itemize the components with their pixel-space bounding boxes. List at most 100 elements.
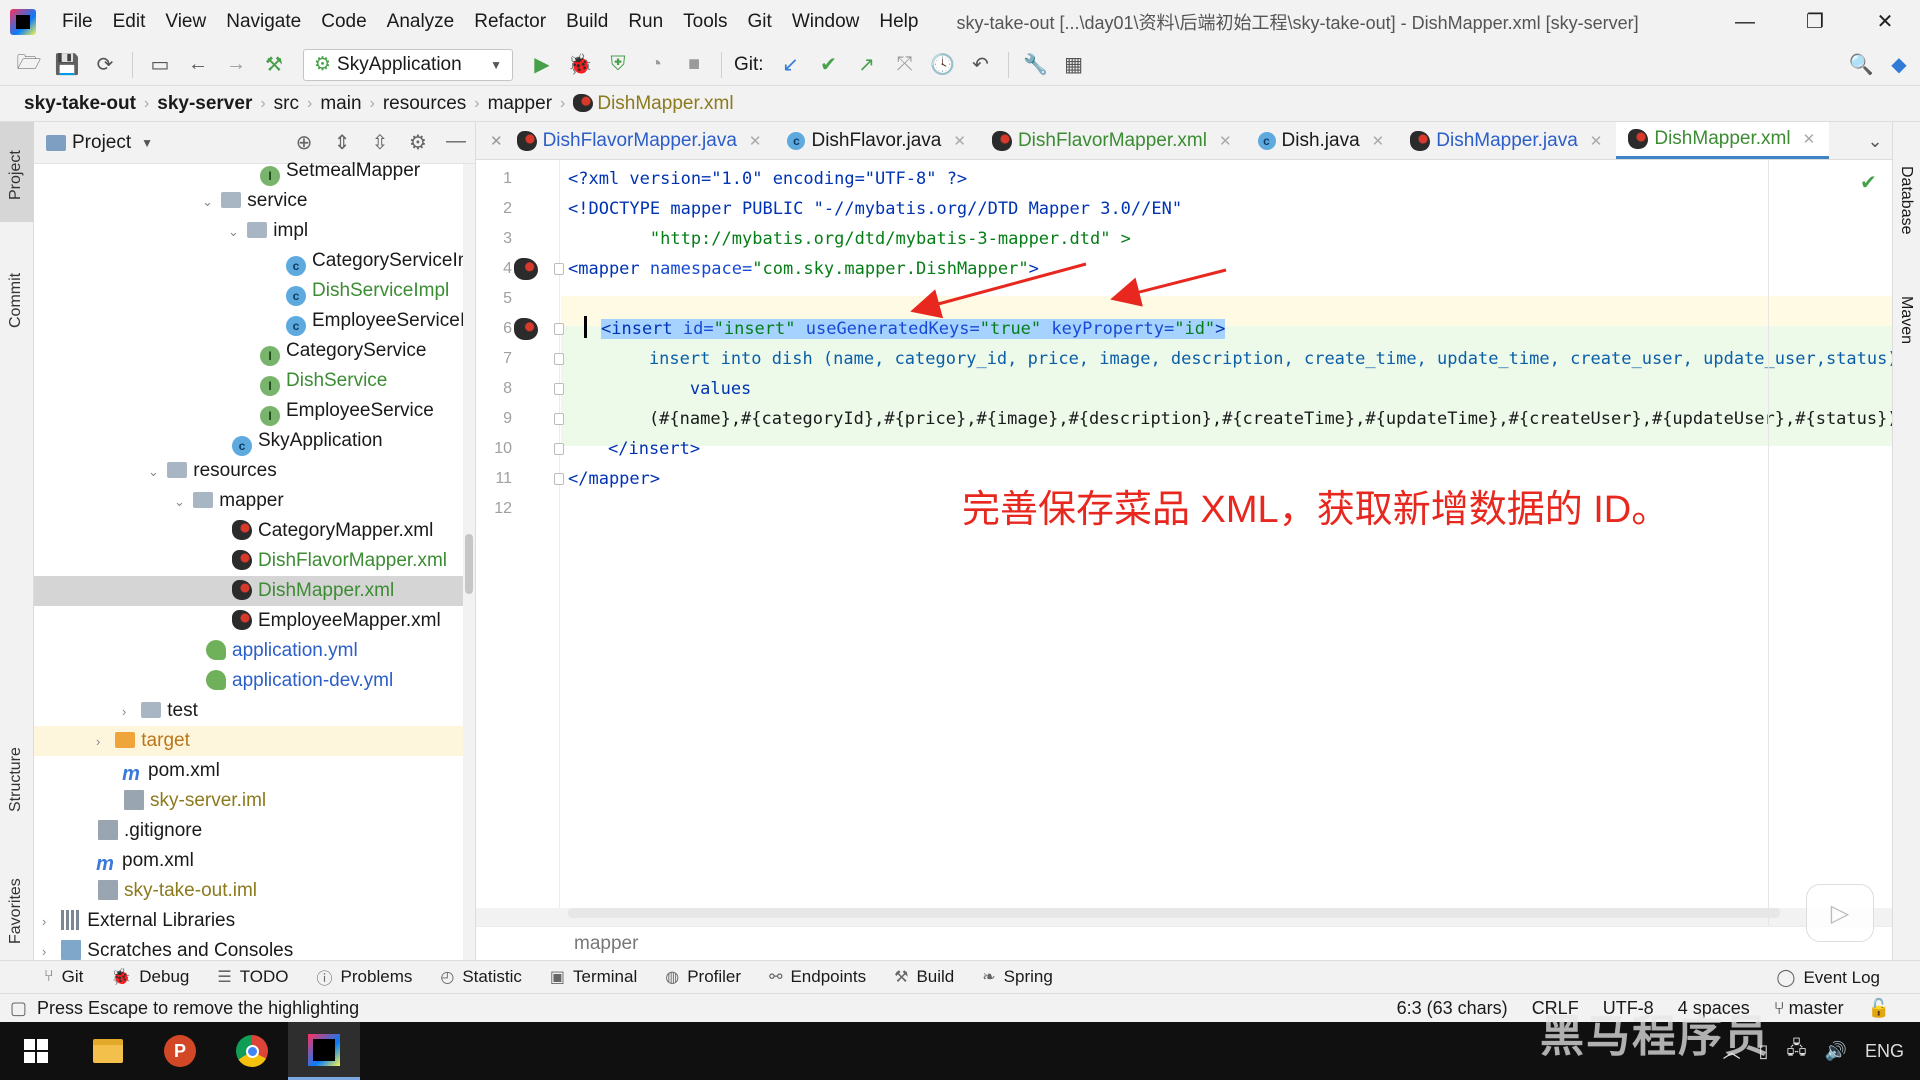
git-push-icon[interactable]: ↗ bbox=[852, 50, 882, 80]
menu-run[interactable]: Run bbox=[618, 0, 673, 44]
tree-item-service[interactable]: ⌄ service bbox=[34, 186, 475, 216]
tree-item-dishservice[interactable]: I DishService bbox=[34, 366, 475, 396]
breadcrumb-src[interactable]: src bbox=[268, 93, 305, 115]
tree-item-dishflavormapper-xml[interactable]: DishFlavorMapper.xml bbox=[34, 546, 475, 576]
chevron-down-icon[interactable]: ⌄ bbox=[148, 457, 162, 487]
input-language[interactable]: ENG bbox=[1865, 1041, 1904, 1062]
tool-tab-favorites[interactable]: Favorites bbox=[0, 852, 34, 952]
forward-icon[interactable]: → bbox=[221, 50, 251, 80]
tool-tab-commit[interactable]: Commit bbox=[0, 232, 34, 342]
tool-build[interactable]: ⚒ Build bbox=[880, 967, 968, 987]
editor-tab-dishmapper-java[interactable]: DishMapper.java ✕ bbox=[1398, 122, 1616, 159]
tabs-overflow-chevron-icon[interactable]: ⌄ bbox=[1858, 122, 1892, 159]
close-all-icon[interactable]: ✕ bbox=[490, 132, 503, 150]
play-overlay-icon[interactable]: ▷ bbox=[1806, 884, 1874, 942]
open-folder-icon[interactable]: 🗁 bbox=[14, 50, 44, 80]
tree-item-sky-take-out-iml[interactable]: sky-take-out.iml bbox=[34, 876, 475, 906]
tree-item-gitignore[interactable]: .gitignore bbox=[34, 816, 475, 846]
close-tab-icon[interactable]: ✕ bbox=[953, 132, 966, 150]
status-toggle-icon[interactable]: ▢ bbox=[10, 998, 27, 1019]
tool-endpoints[interactable]: ⚯ Endpoints bbox=[755, 967, 880, 987]
coverage-icon[interactable]: ⛨ bbox=[603, 50, 633, 80]
menu-git[interactable]: Git bbox=[738, 0, 782, 44]
history-icon[interactable]: 🕓 bbox=[928, 50, 958, 80]
menu-build[interactable]: Build bbox=[556, 0, 618, 44]
tool-debug[interactable]: 🐞 Debug bbox=[97, 967, 203, 987]
network-icon[interactable]: 🖧 bbox=[1786, 1036, 1806, 1066]
tree-item-resources[interactable]: ⌄ resources bbox=[34, 456, 475, 486]
build-hammer-icon[interactable]: ⚒ bbox=[259, 50, 289, 80]
git-merge-icon[interactable]: ⤧ bbox=[890, 50, 920, 80]
tree-item-impl[interactable]: ⌄ impl bbox=[34, 216, 475, 246]
project-view-select[interactable]: Project bbox=[72, 132, 131, 154]
locate-file-icon[interactable]: ⊕ bbox=[285, 130, 323, 155]
chevron-right-icon[interactable]: › bbox=[42, 907, 56, 937]
tool-tab-database[interactable]: Database bbox=[1893, 132, 1920, 242]
tree-item-pom-xml[interactable]: m pom.xml bbox=[34, 756, 475, 786]
tool-tab-maven[interactable]: Maven bbox=[1893, 262, 1920, 352]
caret-position[interactable]: 6:3 (63 chars) bbox=[1397, 998, 1508, 1019]
editor-tab-dish-java[interactable]: c Dish.java ✕ bbox=[1246, 122, 1399, 159]
run-icon[interactable]: ▶ bbox=[527, 50, 557, 80]
powerpoint-taskbar-icon[interactable]: P bbox=[144, 1022, 216, 1080]
close-tab-icon[interactable]: ✕ bbox=[1590, 132, 1603, 150]
rollback-icon[interactable]: ↶ bbox=[966, 50, 996, 80]
tree-item-dishserviceimpl[interactable]: c DishServiceImpl bbox=[34, 276, 475, 306]
run-configuration-select[interactable]: ⚙ SkyApplication ▼ bbox=[303, 48, 513, 81]
breadcrumb-file[interactable]: DishMapper.xml bbox=[567, 93, 739, 115]
tree-item-root-pom-xml[interactable]: m pom.xml bbox=[34, 846, 475, 876]
editor-tab-dishflavormapper-java[interactable]: ✕ DishFlavorMapper.java ✕ bbox=[476, 122, 775, 159]
code-editor[interactable]: 1 2 3 4 5 6 7 8 9 10 11 12 <?xml version… bbox=[476, 160, 1898, 918]
menu-edit[interactable]: Edit bbox=[103, 0, 156, 44]
editor-tab-dishmapper-xml[interactable]: DishMapper.xml ✕ bbox=[1616, 122, 1830, 159]
tree-item-dishmapper-xml[interactable]: DishMapper.xml bbox=[34, 576, 475, 606]
breadcrumb-module[interactable]: sky-server bbox=[151, 93, 258, 115]
chevron-down-icon[interactable]: ⌄ bbox=[202, 187, 216, 217]
tree-item-external-libraries[interactable]: › External Libraries bbox=[34, 906, 475, 936]
menu-refactor[interactable]: Refactor bbox=[464, 0, 556, 44]
close-tab-icon[interactable]: ✕ bbox=[749, 132, 762, 150]
search-everywhere-icon[interactable]: 🔍 bbox=[1846, 50, 1876, 80]
sync-icon[interactable]: ⟳ bbox=[90, 50, 120, 80]
menu-view[interactable]: View bbox=[155, 0, 216, 44]
stop-icon[interactable]: ■ bbox=[679, 50, 709, 80]
menu-code[interactable]: Code bbox=[311, 0, 376, 44]
menu-navigate[interactable]: Navigate bbox=[216, 0, 311, 44]
tree-item-skyapplication[interactable]: c SkyApplication bbox=[34, 426, 475, 456]
git-commit-icon[interactable]: ✔ bbox=[814, 50, 844, 80]
no-problems-check-icon[interactable]: ✔ bbox=[1860, 170, 1877, 195]
tool-profiler[interactable]: ◍ Profiler bbox=[651, 967, 755, 987]
tree-item-categorymapper-xml[interactable]: CategoryMapper.xml bbox=[34, 516, 475, 546]
tree-item-categoryserviceimpl[interactable]: c CategoryServiceIm bbox=[34, 246, 475, 276]
tree-item-application-dev-yml[interactable]: application-dev.yml bbox=[34, 666, 475, 696]
menu-file[interactable]: File bbox=[52, 0, 103, 44]
volume-icon[interactable]: 🔊 bbox=[1825, 1041, 1847, 1062]
horizontal-scrollbar[interactable] bbox=[568, 908, 1780, 918]
editor-breadcrumb[interactable]: mapper bbox=[476, 926, 1892, 960]
menu-tools[interactable]: Tools bbox=[673, 0, 737, 44]
breadcrumb-resources[interactable]: resources bbox=[377, 93, 472, 115]
close-tab-icon[interactable]: ✕ bbox=[1219, 132, 1232, 150]
back-icon[interactable]: ← bbox=[183, 50, 213, 80]
chevron-right-icon[interactable]: › bbox=[42, 937, 56, 960]
tree-item-employeeserviceimpl[interactable]: c EmployeeServiceIm bbox=[34, 306, 475, 336]
chevron-down-icon[interactable]: ⌄ bbox=[228, 217, 242, 247]
expand-all-icon[interactable]: ⇕ bbox=[323, 130, 361, 155]
tree-item-categoryservice[interactable]: I CategoryService bbox=[34, 336, 475, 366]
tool-problems[interactable]: ⓘ Problems bbox=[303, 965, 427, 989]
start-button[interactable] bbox=[0, 1022, 72, 1080]
tool-todo[interactable]: ☰ TODO bbox=[203, 967, 302, 987]
restore-button[interactable]: ❐ bbox=[1780, 0, 1850, 44]
tree-item-employeemapper-xml[interactable]: EmployeeMapper.xml bbox=[34, 606, 475, 636]
close-tab-icon[interactable]: ✕ bbox=[1372, 132, 1385, 150]
collapse-all-icon[interactable]: ⇳ bbox=[361, 130, 399, 155]
tree-item-mapper-folder[interactable]: ⌄ mapper bbox=[34, 486, 475, 516]
chevron-down-icon[interactable]: ▼ bbox=[141, 136, 153, 150]
tree-item-sky-server-iml[interactable]: sky-server.iml bbox=[34, 786, 475, 816]
tree-item-setmealmapper[interactable]: I SetmealMapper bbox=[34, 156, 475, 186]
save-all-icon[interactable]: 💾 bbox=[52, 50, 82, 80]
tree-item-target[interactable]: › target bbox=[34, 726, 475, 756]
tree-item-application-yml[interactable]: application.yml bbox=[34, 636, 475, 666]
menu-analyze[interactable]: Analyze bbox=[377, 0, 465, 44]
tree-item-test[interactable]: › test bbox=[34, 696, 475, 726]
